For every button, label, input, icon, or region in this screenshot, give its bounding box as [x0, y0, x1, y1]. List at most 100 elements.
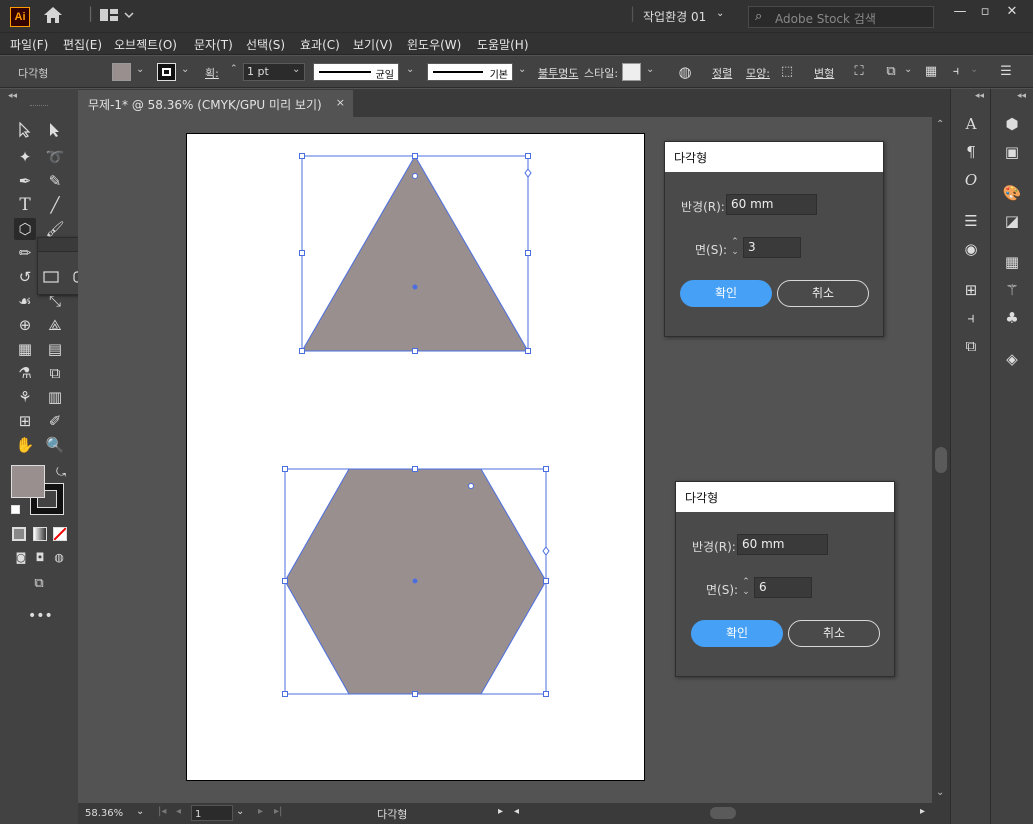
- graph-tool-icon[interactable]: ▥: [44, 386, 66, 408]
- chevron-down-icon[interactable]: ⌄: [716, 8, 724, 19]
- menu-help[interactable]: 도움말(H): [477, 36, 529, 53]
- scroll-up-icon[interactable]: ⌃: [936, 119, 944, 130]
- type-tool-icon[interactable]: T: [14, 194, 36, 216]
- selection-tool-icon[interactable]: [14, 121, 36, 144]
- shape-builder-tool-icon[interactable]: ⊕: [14, 314, 36, 336]
- blend-tool-icon[interactable]: ⧉: [44, 362, 66, 384]
- status-menu-icon[interactable]: ▸: [498, 806, 503, 817]
- ok-button[interactable]: 확인: [680, 280, 772, 307]
- radius-field[interactable]: 60 mm: [726, 194, 817, 215]
- menu-file[interactable]: 파일(F): [10, 36, 48, 53]
- rotate-tool-icon[interactable]: ↺: [14, 266, 36, 288]
- hand-tool-icon[interactable]: ✋: [14, 434, 36, 456]
- maximize-button[interactable]: ▫: [975, 4, 995, 24]
- minimize-button[interactable]: —: [950, 4, 970, 24]
- prev-artboard-icon[interactable]: ◂: [176, 806, 181, 817]
- chevron-down-icon[interactable]: ⌄: [970, 64, 978, 75]
- libraries-panel-icon[interactable]: ▣: [1001, 141, 1023, 163]
- shape-bounds-icon[interactable]: ⬚: [776, 61, 798, 83]
- color-mode-icon[interactable]: [12, 527, 26, 541]
- warp-tool-icon[interactable]: ☙: [14, 290, 36, 312]
- document-tab[interactable]: 무제-1* @ 58.36% (CMYK/GPU 미리 보기) ×: [78, 90, 354, 117]
- curvature-tool-icon[interactable]: ✎: [44, 170, 66, 192]
- collapse-panel-icon[interactable]: ◂◂: [8, 91, 17, 101]
- chevron-down-icon[interactable]: ⌄: [406, 64, 414, 75]
- chevron-down-icon[interactable]: ⌄: [136, 806, 144, 817]
- radius-field[interactable]: 60 mm: [737, 534, 828, 555]
- menu-edit[interactable]: 편집(E): [63, 36, 102, 53]
- menu-view[interactable]: 보기(V): [353, 36, 393, 53]
- opacity-label[interactable]: 불투명도: [538, 65, 578, 81]
- ok-button[interactable]: 확인: [691, 620, 783, 647]
- draw-inside-icon[interactable]: ◍: [48, 547, 70, 569]
- triangle-shape[interactable]: [301, 155, 529, 352]
- character-panel-icon[interactable]: A: [960, 113, 982, 135]
- symbol-sprayer-tool-icon[interactable]: ⚘: [14, 386, 36, 408]
- align-label[interactable]: 정렬: [712, 65, 732, 81]
- align-panel-icon[interactable]: ⫞: [960, 307, 982, 329]
- fill-swatch[interactable]: [112, 63, 131, 81]
- stepper-icon[interactable]: ⌃: [230, 64, 238, 74]
- polygon-tool-icon[interactable]: ⬡: [14, 218, 36, 240]
- color-panel-icon[interactable]: 🎨: [1001, 182, 1023, 204]
- shaper-tool-icon[interactable]: ✏: [14, 242, 36, 264]
- rectangle-tool-icon[interactable]: [38, 269, 64, 291]
- gradient-mode-icon[interactable]: [33, 527, 47, 541]
- fill-color-box[interactable]: [11, 465, 45, 498]
- panel-menu-icon[interactable]: ☰: [995, 61, 1017, 83]
- pathfinder-panel-icon[interactable]: ⧉: [960, 335, 982, 357]
- menu-object[interactable]: 오브젝트(O): [114, 36, 177, 53]
- gradient-panel-icon[interactable]: ◪: [1001, 210, 1023, 232]
- paragraph-panel-icon[interactable]: ¶: [960, 141, 982, 163]
- swap-colors-icon[interactable]: ⤿: [50, 461, 72, 483]
- zoom-field[interactable]: 58.36%: [82, 805, 130, 821]
- magic-wand-tool-icon[interactable]: ✦: [14, 146, 36, 168]
- transform-panel-icon[interactable]: ⊞: [960, 279, 982, 301]
- chevron-down-icon[interactable]: ⌄: [518, 64, 526, 75]
- chevron-down-icon[interactable]: ⌄: [646, 64, 654, 75]
- edit-toolbar-icon[interactable]: •••: [28, 605, 53, 627]
- stroke-panel-icon[interactable]: ☰: [960, 210, 982, 232]
- swatches-panel-icon[interactable]: ▦: [1001, 251, 1023, 273]
- distribute-icon[interactable]: ⫞: [945, 61, 967, 83]
- stock-search-input[interactable]: ⌕ Adobe Stock 검색: [748, 6, 934, 28]
- isolate-icon[interactable]: ⧉: [880, 61, 902, 83]
- chevron-down-icon[interactable]: ⌄: [292, 64, 300, 75]
- stroke-swatch[interactable]: [157, 63, 176, 81]
- brush-dropdown[interactable]: 기본: [427, 63, 513, 81]
- cancel-button[interactable]: 취소: [788, 620, 880, 647]
- scroll-down-icon[interactable]: ⌄: [936, 787, 944, 798]
- last-artboard-icon[interactable]: ▸|: [274, 806, 282, 817]
- slice-tool-icon[interactable]: ✐: [44, 410, 66, 432]
- 3d-panel-icon[interactable]: ⬢: [1001, 113, 1023, 135]
- chevron-down-icon[interactable]: ⌄: [181, 64, 189, 75]
- menu-type[interactable]: 문자(T): [194, 36, 233, 53]
- none-mode-icon[interactable]: [53, 527, 67, 541]
- collapse-panel-icon[interactable]: ◂◂: [975, 91, 984, 101]
- home-icon[interactable]: [43, 6, 63, 28]
- next-artboard-icon[interactable]: ▸: [258, 806, 263, 817]
- direct-selection-tool-icon[interactable]: [44, 122, 66, 144]
- style-swatch[interactable]: [622, 63, 641, 81]
- pen-tool-icon[interactable]: ✒: [14, 170, 36, 192]
- artboard-tool-icon[interactable]: ⊞: [14, 410, 36, 432]
- sides-field[interactable]: 6: [754, 577, 812, 598]
- menu-effect[interactable]: 효과(C): [300, 36, 340, 53]
- sides-field[interactable]: 3: [743, 237, 801, 258]
- sides-stepper[interactable]: ⌃ ⌄: [740, 577, 752, 598]
- perspective-grid-tool-icon[interactable]: ⟁: [44, 314, 66, 336]
- close-button[interactable]: ✕: [1002, 4, 1022, 24]
- recolor-icon[interactable]: ◍: [674, 61, 696, 83]
- transform-label[interactable]: 변형: [814, 65, 834, 81]
- scroll-left-icon[interactable]: ◂: [514, 806, 519, 817]
- menu-select[interactable]: 선택(S): [246, 36, 285, 53]
- chevron-down-icon[interactable]: ⌄: [136, 64, 144, 75]
- chevron-down-icon[interactable]: ⌄: [236, 806, 244, 817]
- layers-panel-icon[interactable]: ◈: [1001, 348, 1023, 370]
- default-colors-icon[interactable]: [11, 505, 20, 514]
- arrange-documents-icon[interactable]: [100, 8, 134, 26]
- stroke-profile-dropdown[interactable]: 균일: [313, 63, 399, 81]
- zoom-tool-icon[interactable]: 🔍: [44, 434, 66, 456]
- eyedropper-tool-icon[interactable]: ⚗: [14, 362, 36, 384]
- first-artboard-icon[interactable]: |◂: [158, 806, 166, 817]
